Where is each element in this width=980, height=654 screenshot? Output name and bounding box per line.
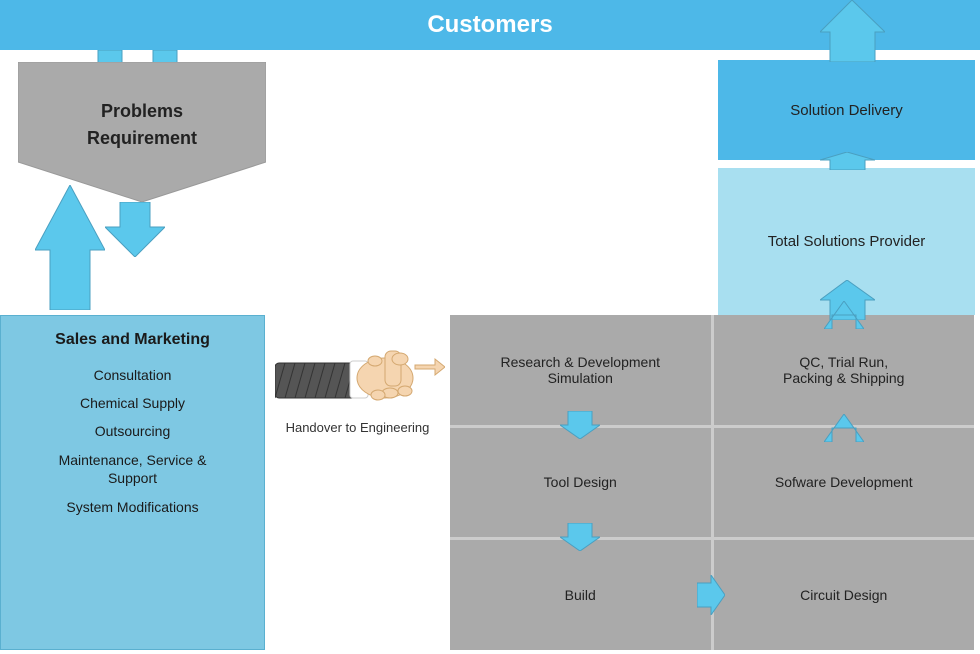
engineering-grid: Research & DevelopmentSimulation QC, Tri… — [450, 315, 974, 650]
software-up-arrow-icon — [824, 414, 864, 442]
software-label: Sofware Development — [775, 474, 913, 490]
sales-item-chemical-supply: Chemical Supply — [80, 395, 185, 411]
sales-panel: Sales and Marketing Consultation Chemica… — [0, 315, 265, 650]
solution-delivery-label: Solution Delivery — [790, 102, 903, 119]
customers-label: Customers — [427, 11, 552, 39]
arrow-up-mid-right-icon — [820, 152, 875, 170]
total-solutions-label: Total Solutions Provider — [768, 233, 926, 250]
build-label: Build — [565, 587, 596, 603]
tool-down-arrow-icon — [560, 523, 600, 551]
circuit-label: Circuit Design — [800, 587, 887, 603]
solution-delivery-box: Solution Delivery — [718, 60, 975, 160]
cell-circuit: Circuit Design — [714, 540, 975, 650]
problems-requirement-box: Problems Requirement — [18, 62, 266, 202]
cell-software: Sofware Development — [714, 428, 975, 538]
problems-shape-icon: Problems Requirement — [18, 62, 266, 202]
arrow-up-left-icon — [35, 185, 105, 310]
arrow-down-small-icon — [105, 202, 165, 257]
sales-item-outsourcing: Outsourcing — [95, 423, 170, 439]
qc-up-arrow-icon — [824, 301, 864, 329]
svg-text:Problems: Problems — [101, 101, 183, 121]
tool-label: Tool Design — [544, 474, 617, 490]
cell-build: Build — [450, 540, 711, 650]
cell-qc: QC, Trial Run,Packing & Shipping — [714, 315, 975, 425]
cell-tool: Tool Design — [450, 428, 711, 538]
rd-down-arrow-icon — [560, 411, 600, 439]
handover-label: Handover to Engineering — [286, 420, 430, 437]
build-right-arrow-icon — [697, 575, 725, 615]
svg-text:Requirement: Requirement — [87, 128, 197, 148]
arrow-up-top-right-icon — [820, 0, 885, 62]
sales-item-consultation: Consultation — [94, 367, 172, 383]
sales-item-maintenance: Maintenance, Service &Support — [59, 451, 207, 487]
cell-rd: Research & DevelopmentSimulation — [450, 315, 711, 425]
sales-panel-title: Sales and Marketing — [55, 331, 210, 349]
sales-item-system-modifications: System Modifications — [66, 499, 198, 515]
qc-label: QC, Trial Run,Packing & Shipping — [783, 354, 904, 386]
rd-label: Research & DevelopmentSimulation — [500, 354, 660, 386]
hand-pointing-icon — [275, 323, 445, 408]
handover-section: Handover to Engineering — [265, 315, 450, 445]
